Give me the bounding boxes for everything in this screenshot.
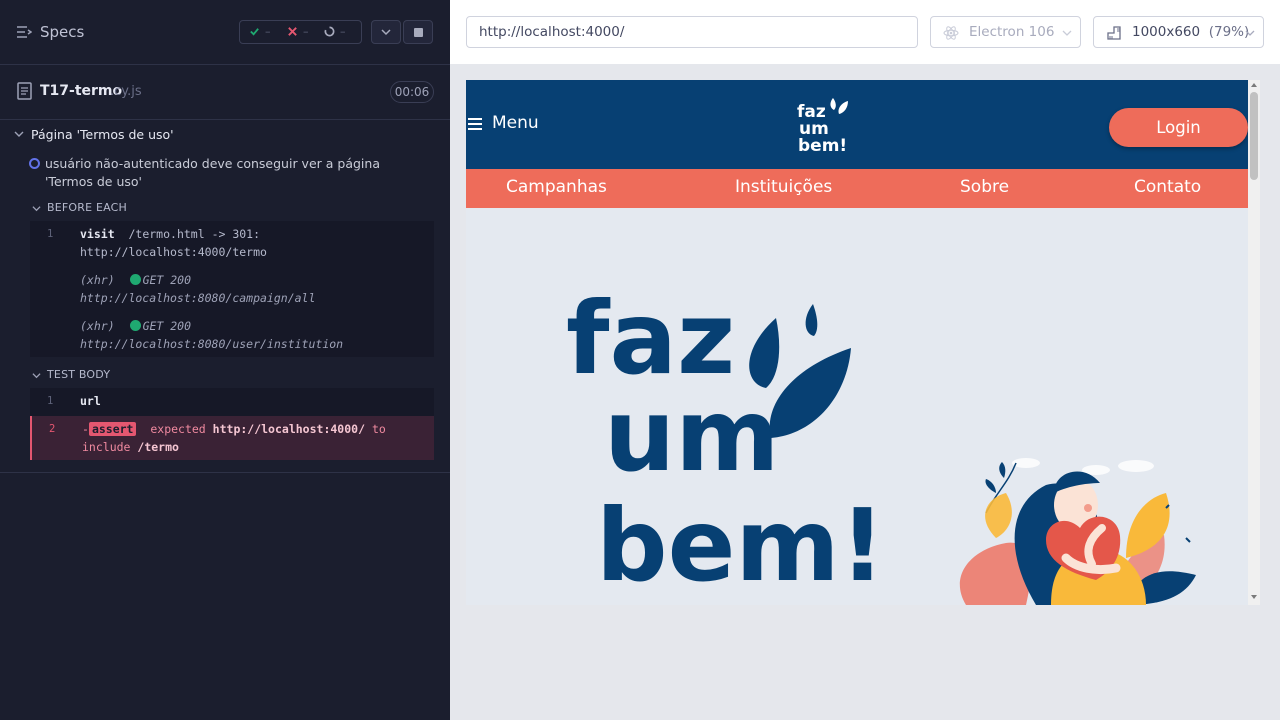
chevron-down-icon [1245, 30, 1255, 36]
command-number: 2 [49, 423, 56, 435]
passed-stat: – [249, 25, 271, 38]
chevron-down-icon[interactable] [32, 371, 41, 380]
assert-prefix: - [82, 422, 89, 436]
assert-word: expected [150, 422, 206, 436]
command-name: url [80, 394, 101, 408]
before-each-commands: 1 visit /termo.html -> 301: http://local… [30, 221, 434, 357]
assert-badge: assert [88, 422, 137, 436]
reporter-header: Specs – – – [0, 0, 450, 65]
assert-value: http://localhost:4000/ [212, 422, 365, 436]
browser-name: Electron 106 [969, 24, 1055, 40]
faz-um-bem-logo[interactable]: faz um bem! [792, 90, 856, 154]
status-success-icon [129, 320, 141, 331]
chevron-down-icon[interactable] [32, 204, 41, 213]
failed-command-row[interactable]: 2 - assert expected http://localhost:4000… [30, 416, 434, 460]
failed-stat: – [287, 25, 309, 38]
duration-badge: 00:06 [390, 81, 434, 103]
aut-iframe: Menu faz um bem! Login Campanhas Institu… [466, 80, 1260, 605]
hero-logo-word: bem! [596, 487, 885, 604]
xhr-url: http://localhost:8080/campaign/all [80, 291, 316, 305]
stats-summary: – – – [239, 20, 362, 44]
chevron-down-icon [381, 29, 391, 36]
before-each-label[interactable]: BEFORE EACH [47, 201, 127, 214]
command-name: visit [80, 227, 115, 241]
woman-hugging-heart-illustration [959, 458, 1196, 605]
pending-icon [324, 26, 335, 37]
command-text: (xhr) GET 200 http://localhost:8080/user… [80, 317, 430, 353]
xhr-tag: (xhr) [80, 319, 115, 333]
hero-section: faz um bem! [466, 208, 1248, 605]
command-arg: /termo.html -> 301: [128, 227, 261, 241]
logo-word: bem! [798, 136, 847, 154]
running-status-icon [29, 158, 40, 169]
scrollbar[interactable] [1248, 80, 1260, 605]
spec-file-header: T17-termo .cy.js 00:06 [0, 65, 450, 120]
command-number: 1 [47, 395, 54, 407]
viewport-selector[interactable]: 1000x660 (79%) [1093, 16, 1264, 48]
xhr-status: GET 200 [142, 319, 192, 333]
command-number: 1 [47, 228, 54, 240]
xhr-url: http://localhost:8080/user/institution [80, 337, 344, 351]
stop-icon [413, 27, 423, 37]
hero-logo: faz um bem! [566, 280, 885, 604]
xhr-status: GET 200 [142, 273, 192, 287]
scroll-down-arrow-icon[interactable] [1251, 595, 1257, 599]
collapse-button[interactable] [371, 20, 401, 44]
hamburger-menu-icon[interactable] [468, 118, 482, 130]
scrollbar-thumb[interactable] [1250, 92, 1258, 180]
reporter-panel: Specs – – – T17-termo .cy.js 00:06 Págin… [0, 0, 450, 720]
hero-graphic: faz um bem! [566, 280, 1196, 605]
pending-stat: – [324, 25, 346, 38]
site-header: Menu faz um bem! Login [466, 80, 1248, 169]
passed-count: – [265, 25, 271, 38]
viewport-scale: (79%) [1208, 24, 1250, 40]
site-nav: Campanhas Instituições Sobre Contato [466, 169, 1248, 208]
xhr-tag: (xhr) [80, 273, 115, 287]
scroll-up-arrow-icon[interactable] [1251, 83, 1257, 87]
electron-icon [943, 26, 959, 40]
suite-title[interactable]: Página 'Termos de uso' [31, 127, 174, 142]
command-text: url [80, 392, 430, 410]
url-field[interactable]: http://localhost:4000/ [466, 16, 918, 48]
nav-instituicoes[interactable]: Instituições [735, 177, 832, 197]
document-icon [17, 82, 32, 100]
failed-count: – [303, 25, 309, 38]
divider [0, 472, 450, 473]
viewport-text: 1000x660 (79%) [1132, 24, 1249, 40]
pending-count: – [340, 25, 346, 38]
status-success-icon [129, 274, 141, 285]
assert-word: to [371, 422, 386, 436]
test-title[interactable]: usuário não-autenticado deve conseguir v… [45, 155, 425, 191]
aut-header: http://localhost:4000/ Electron 106 1000… [450, 0, 1280, 64]
test-body-label[interactable]: TEST BODY [47, 368, 110, 381]
check-icon [250, 28, 259, 36]
viewport-size: 1000x660 [1132, 24, 1201, 40]
hero-logo-word: um [604, 377, 779, 494]
x-icon [288, 27, 297, 36]
command-text: (xhr) GET 200 http://localhost:8080/camp… [80, 271, 430, 307]
chevron-down-icon [1062, 30, 1072, 36]
spec-file-ext: .cy.js [110, 84, 142, 99]
assert-value: /termo [137, 440, 179, 454]
assert-word: include [82, 440, 131, 454]
menu-label[interactable]: Menu [492, 113, 539, 133]
ruler-icon [1107, 26, 1121, 40]
browser-selector[interactable]: Electron 106 [930, 16, 1081, 48]
chevron-down-icon[interactable] [14, 129, 24, 139]
specs-list-icon[interactable] [16, 24, 32, 40]
login-button[interactable]: Login [1109, 108, 1248, 147]
nav-campanhas[interactable]: Campanhas [506, 177, 607, 197]
command-arg-url: http://localhost:4000/termo [80, 245, 267, 259]
app-under-test-panel: http://localhost:4000/ Electron 106 1000… [450, 0, 1280, 720]
command-text: - assert expected http://localhost:4000/ … [82, 420, 432, 456]
nav-contato[interactable]: Contato [1134, 177, 1201, 197]
nav-sobre[interactable]: Sobre [960, 177, 1009, 197]
stop-button[interactable] [403, 20, 433, 44]
specs-label[interactable]: Specs [40, 23, 84, 41]
test-body-commands: 1 url [30, 388, 434, 416]
command-text: visit /termo.html -> 301: http://localho… [80, 225, 430, 261]
